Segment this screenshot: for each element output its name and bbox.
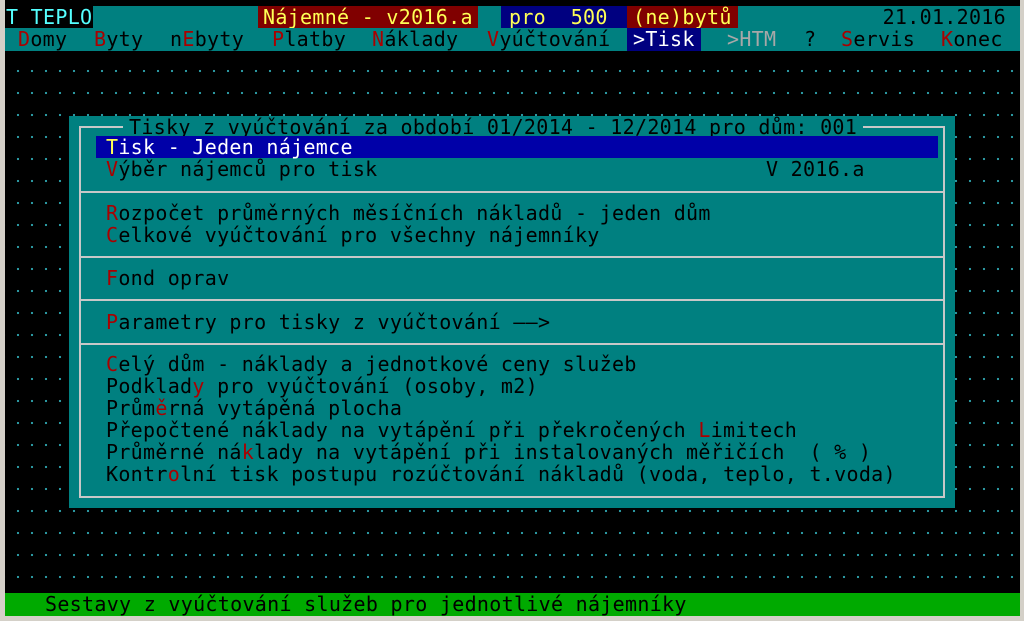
- title-bar: T_TEPLO Nájemné - v2016.a pro 500 (ne)by…: [5, 6, 1020, 28]
- status-bar: Sestavy z vyúčtování služeb pro jednotli…: [5, 593, 1020, 616]
- terminal-screen: T_TEPLO Nájemné - v2016.a pro 500 (ne)by…: [0, 0, 1024, 621]
- menu-bar: Domy Byty nEbyty Platby Náklady Vyúčtová…: [5, 28, 1020, 51]
- window-frame-right: [1020, 0, 1024, 621]
- program-name: Nájemné - v2016.a: [258, 6, 478, 28]
- option-prepoctene-naklady[interactable]: Přepočtené náklady na vytápění při překr…: [106, 419, 797, 441]
- units-label: (ne)bytů: [627, 6, 738, 28]
- separator: [79, 343, 945, 345]
- license-count: pro 500: [501, 6, 627, 28]
- separator: [79, 299, 945, 301]
- option-podklady[interactable]: Podklady pro vyúčtování (osoby, m2): [106, 375, 538, 397]
- option-tisk-jeden-najemce[interactable]: Tisk - Jeden nájemce: [96, 136, 938, 158]
- option-celkove-vyuctovani[interactable]: Celkové vyúčtování pro všechny nájemníky: [106, 224, 600, 246]
- menu-item-vyuctovani[interactable]: Vyúčtování: [487, 28, 610, 51]
- print-dialog: Tisky z vyúčtování za období 01/2014 - 1…: [69, 116, 955, 508]
- option-prumerne-naklady[interactable]: Průměrné náklady na vytápění při instalo…: [106, 441, 871, 463]
- separator: [79, 191, 945, 193]
- option-cely-dum[interactable]: Celý dům - náklady a jednotkové ceny slu…: [106, 353, 637, 375]
- menu-item-naklady[interactable]: Náklady: [372, 28, 458, 51]
- status-text: Sestavy z vyúčtování služeb pro jednotli…: [45, 592, 687, 616]
- menu-item-domy[interactable]: Domy: [18, 28, 67, 51]
- menu-item-servis[interactable]: Servis: [841, 28, 915, 51]
- menu-item-platby[interactable]: Platby: [272, 28, 346, 51]
- version-label: V 2016.a: [766, 157, 865, 181]
- menu-item-htm[interactable]: >HTM: [727, 28, 776, 51]
- option-rozpocet[interactable]: Rozpočet průměrných měsíčních nákladů - …: [106, 202, 711, 224]
- option-parametry[interactable]: Parametry pro tisky z vyúčtování ——>: [106, 311, 550, 333]
- option-prumerna-plocha[interactable]: Průměrná vytápěná plocha: [106, 397, 402, 419]
- app-name: T_TEPLO: [5, 5, 94, 29]
- window-frame-bottom: [0, 616, 1024, 621]
- option-fond-oprav[interactable]: Fond oprav: [106, 267, 229, 289]
- option-vyber-najemcu[interactable]: Výběr nájemců pro tisk: [106, 158, 378, 180]
- current-date: 21.01.2016: [882, 5, 1006, 29]
- option-kontrolni-tisk[interactable]: Kontrolní tisk postupu rozúčtování nákla…: [106, 463, 896, 485]
- menu-item-byty[interactable]: Byty: [94, 28, 143, 51]
- menu-item-help[interactable]: ?: [804, 28, 816, 51]
- separator: [79, 256, 945, 258]
- menu-item-konec[interactable]: Konec: [941, 28, 1003, 51]
- menu-item-nebyty[interactable]: nEbyty: [170, 28, 244, 51]
- menu-item-tisk[interactable]: >Tisk: [627, 28, 701, 51]
